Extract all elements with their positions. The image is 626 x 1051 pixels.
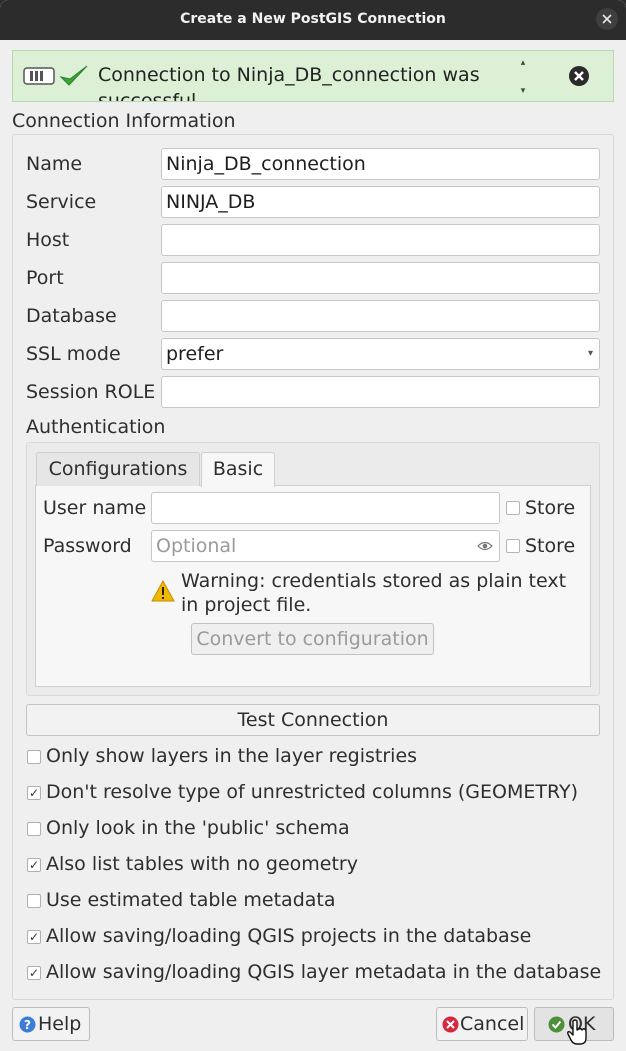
store-username-label: Store [525, 497, 576, 519]
mouse-cursor-icon [567, 1019, 587, 1045]
session-role-label: Session ROLE [26, 381, 156, 403]
username-label: User name [43, 497, 147, 519]
option-checkbox-0[interactable] [27, 750, 41, 764]
store-username-checkbox[interactable] [506, 501, 520, 515]
option-label-3: Also list tables with no geometry [46, 853, 358, 875]
convert-to-configuration-button[interactable]: Convert to configuration [191, 623, 434, 655]
session-role-field[interactable] [161, 376, 600, 408]
title-bar: Create a New PostGIS Connection [0, 0, 626, 40]
scroll-up-icon[interactable]: ▴ [517, 57, 529, 69]
connection-info-label: Connection Information [12, 110, 236, 132]
credentials-warning: Warning: credentials stored as plain tex… [181, 570, 567, 616]
message-stack-icon [23, 67, 55, 85]
close-button[interactable] [596, 8, 618, 30]
authentication-label: Authentication [26, 416, 166, 438]
store-password-checkbox[interactable] [506, 539, 520, 553]
option-checkbox-3[interactable]: ✓ [27, 858, 41, 872]
help-label: Help [38, 1013, 82, 1035]
password-placeholder: Optional [156, 535, 237, 557]
chevron-down-icon: ▾ [587, 348, 593, 359]
help-icon: ? [19, 1016, 36, 1033]
name-field[interactable]: Ninja_DB_connection [161, 148, 600, 180]
service-field[interactable]: NINJA_DB [161, 186, 600, 218]
option-checkbox-2[interactable] [27, 822, 41, 836]
help-button[interactable]: ? Help [12, 1007, 90, 1041]
tab-configurations[interactable]: Configurations [36, 452, 200, 486]
option-checkbox-1[interactable]: ✓ [27, 786, 41, 800]
eye-icon[interactable] [477, 541, 493, 551]
option-label-4: Use estimated table metadata [46, 889, 336, 911]
option-label-0: Only show layers in the layer registries [46, 745, 418, 767]
host-field[interactable] [161, 224, 600, 256]
name-label: Name [26, 153, 83, 175]
service-label: Service [26, 191, 97, 213]
success-check-icon [59, 65, 88, 86]
ok-button[interactable]: OK [534, 1007, 614, 1045]
store-password-label: Store [525, 535, 576, 557]
port-label: Port [26, 267, 64, 289]
database-field[interactable] [161, 300, 600, 332]
option-label-5: Allow saving/loading QGIS projects in th… [46, 925, 532, 947]
option-checkbox-4[interactable] [27, 894, 41, 908]
tab-basic[interactable]: Basic [201, 452, 275, 487]
password-field[interactable]: Optional [151, 530, 500, 562]
option-label-1: Don't resolve type of unrestricted colum… [46, 781, 578, 803]
dismiss-icon[interactable] [568, 65, 590, 87]
port-field[interactable] [161, 262, 600, 294]
scroll-down-icon[interactable]: ▾ [517, 85, 529, 97]
option-checkbox-5[interactable]: ✓ [27, 930, 41, 944]
ssl-mode-value: prefer [166, 343, 224, 365]
svg-text:?: ? [24, 1018, 31, 1032]
ok-icon [548, 1016, 565, 1033]
cancel-icon [442, 1016, 459, 1033]
database-label: Database [26, 305, 117, 327]
host-label: Host [26, 229, 70, 251]
password-label: Password [43, 535, 132, 557]
option-label-6: Allow saving/loading QGIS layer metadata… [46, 961, 602, 983]
message-text: Connection to Ninja_DB_connection was su… [98, 64, 480, 102]
message-scroll[interactable]: ▴ ▾ [517, 57, 533, 99]
username-field[interactable] [151, 492, 500, 524]
option-label-2: Only look in the 'public' schema [46, 817, 350, 839]
test-connection-button[interactable]: Test Connection [26, 704, 600, 736]
cancel-label: Cancel [460, 1013, 525, 1035]
window-title: Create a New PostGIS Connection [180, 11, 446, 27]
warning-icon [151, 580, 175, 602]
option-checkbox-6[interactable]: ✓ [27, 966, 41, 980]
message-bar: Connection to Ninja_DB_connection was su… [12, 50, 614, 102]
ssl-mode-select[interactable]: prefer ▾ [161, 338, 600, 370]
cancel-button[interactable]: Cancel [436, 1007, 528, 1041]
dialog-window: Create a New PostGIS Connection Connecti… [0, 0, 626, 1051]
ssl-mode-label: SSL mode [26, 343, 121, 365]
close-icon [602, 14, 612, 24]
